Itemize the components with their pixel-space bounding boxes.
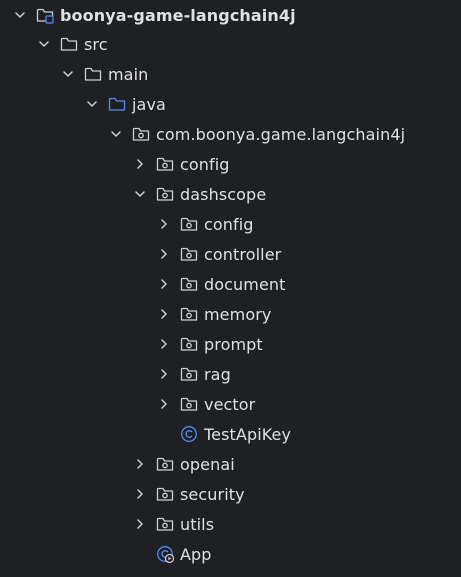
module-folder-icon xyxy=(36,6,54,24)
chevron-down-icon[interactable] xyxy=(62,68,74,80)
tree-node-security[interactable]: security xyxy=(0,479,461,509)
chevron-down-icon[interactable] xyxy=(14,9,26,21)
tree-node-cutoff xyxy=(0,569,461,577)
package-icon xyxy=(180,215,198,233)
tree-node-label: document xyxy=(204,274,286,294)
tree-node-label: TestApiKey xyxy=(204,424,292,444)
folder-icon xyxy=(84,65,102,83)
package-icon xyxy=(156,185,174,203)
tree-node-dashscope-config[interactable]: config xyxy=(0,209,461,239)
tree-node-document[interactable]: document xyxy=(0,269,461,299)
source-folder-icon xyxy=(108,95,126,113)
package-icon xyxy=(156,155,174,173)
tree-node-label: boonya-game-langchain4j xyxy=(60,5,296,25)
package-icon xyxy=(156,515,174,533)
tree-node-src[interactable]: src xyxy=(0,29,461,59)
tree-node-app[interactable]: App xyxy=(0,539,461,569)
package-icon xyxy=(180,395,198,413)
tree-node-controller[interactable]: controller xyxy=(0,239,461,269)
chevron-right-icon[interactable] xyxy=(158,308,170,320)
tree-node-label: dashscope xyxy=(180,184,267,204)
tree-node-prompt[interactable]: prompt xyxy=(0,329,461,359)
chevron-right-icon[interactable] xyxy=(134,158,146,170)
tree-node-label: utils xyxy=(180,514,215,534)
chevron-right-icon[interactable] xyxy=(134,488,146,500)
chevron-right-icon[interactable] xyxy=(134,518,146,530)
chevron-right-icon[interactable] xyxy=(158,218,170,230)
tree-node-test-api-key[interactable]: TestApiKey xyxy=(0,419,461,449)
chevron-down-icon[interactable] xyxy=(110,128,122,140)
tree-node-vector[interactable]: vector xyxy=(0,389,461,419)
tree-node-label: controller xyxy=(204,244,282,264)
tree-node-label: openai xyxy=(180,454,235,474)
tree-node-label: security xyxy=(180,484,245,504)
tree-node-label: rag xyxy=(204,364,231,384)
package-icon xyxy=(180,365,198,383)
chevron-right-icon[interactable] xyxy=(158,368,170,380)
chevron-right-icon[interactable] xyxy=(158,248,170,260)
tree-node-package[interactable]: com.boonya.game.langchain4j xyxy=(0,119,461,149)
tree-node-label: config xyxy=(204,214,254,234)
tree-node-label: com.boonya.game.langchain4j xyxy=(156,124,406,144)
tree-node-main[interactable]: main xyxy=(0,59,461,89)
package-icon xyxy=(180,275,198,293)
tree-node-dashscope[interactable]: dashscope xyxy=(0,179,461,209)
package-icon xyxy=(156,485,174,503)
package-icon xyxy=(180,335,198,353)
tree-node-java[interactable]: java xyxy=(0,89,461,119)
chevron-down-icon[interactable] xyxy=(86,98,98,110)
chevron-right-icon[interactable] xyxy=(134,458,146,470)
folder-icon xyxy=(60,35,78,53)
tree-node-label: memory xyxy=(204,304,272,324)
tree-node-rag[interactable]: rag xyxy=(0,359,461,389)
tree-node-label: main xyxy=(108,64,149,84)
tree-node-label: App xyxy=(180,544,212,564)
package-icon xyxy=(132,125,150,143)
tree-node-root[interactable]: boonya-game-langchain4j xyxy=(0,0,461,30)
tree-node-utils[interactable]: utils xyxy=(0,509,461,539)
tree-node-openai[interactable]: openai xyxy=(0,449,461,479)
chevron-down-icon[interactable] xyxy=(134,188,146,200)
tree-node-label: src xyxy=(84,34,108,54)
chevron-right-icon[interactable] xyxy=(158,398,170,410)
main-class-icon xyxy=(156,545,174,563)
tree-node-label: config xyxy=(180,154,230,174)
package-icon xyxy=(180,305,198,323)
package-icon xyxy=(180,245,198,263)
package-icon xyxy=(156,455,174,473)
chevron-right-icon[interactable] xyxy=(158,278,170,290)
tree-node-label: vector xyxy=(204,394,256,414)
class-icon xyxy=(180,425,198,443)
project-tree: boonya-game-langchain4j src main java co… xyxy=(0,0,461,577)
tree-node-label: prompt xyxy=(204,334,263,354)
tree-node-label: java xyxy=(132,94,166,114)
chevron-down-icon[interactable] xyxy=(38,38,50,50)
tree-node-config[interactable]: config xyxy=(0,149,461,179)
tree-node-memory[interactable]: memory xyxy=(0,299,461,329)
chevron-right-icon[interactable] xyxy=(158,338,170,350)
